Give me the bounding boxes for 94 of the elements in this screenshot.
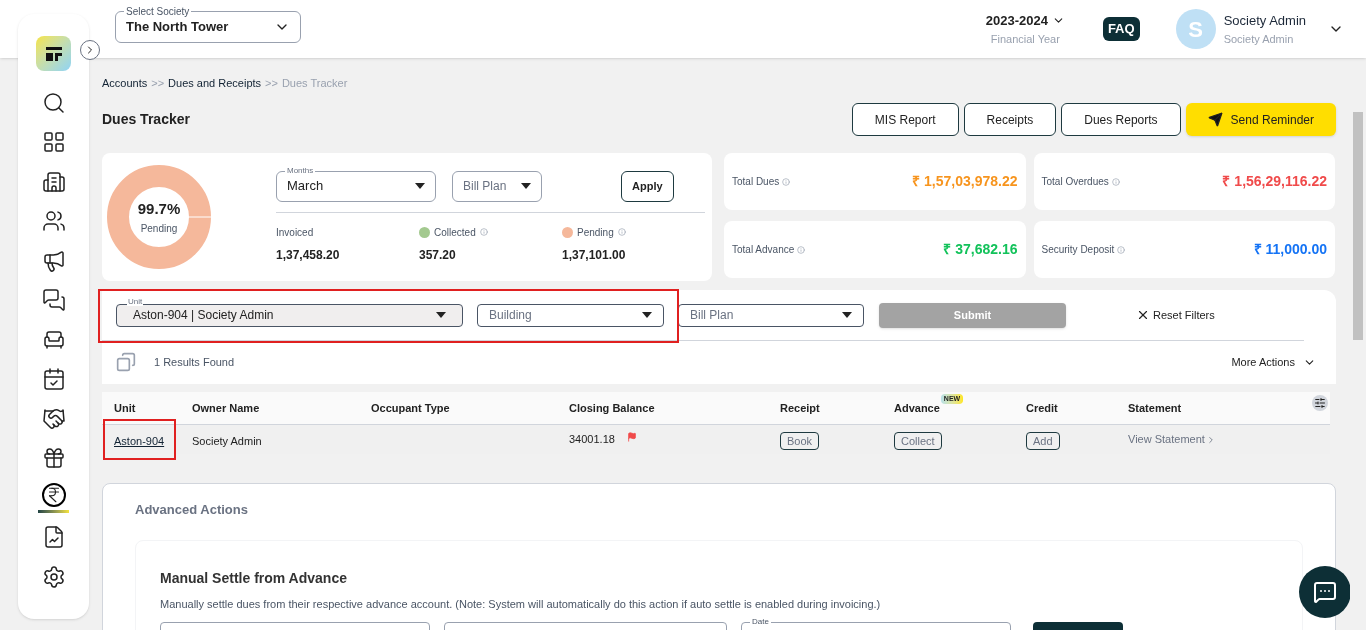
column-header: Closing Balance — [569, 400, 655, 416]
column-header: Credit — [1026, 400, 1058, 416]
add-button[interactable]: Add — [1026, 431, 1060, 450]
grid-icon[interactable] — [41, 130, 66, 155]
apply-button[interactable]: Apply — [621, 170, 674, 202]
megaphone-icon[interactable] — [41, 248, 66, 273]
bill-plan-select[interactable]: Bill Plan — [452, 170, 542, 202]
section-title: Advanced Actions — [135, 501, 249, 519]
field-label: Select Society — [124, 4, 192, 19]
pending-percent: 99.7% — [137, 199, 181, 220]
column-header: Receipt — [780, 400, 820, 416]
column-header: Advance — [894, 400, 940, 416]
stat-value: 357.20 — [419, 246, 457, 264]
calendar-icon[interactable] — [41, 367, 66, 392]
months-value: March — [287, 177, 324, 196]
year-select[interactable]: 2023-2024 Financial Year — [985, 11, 1065, 47]
settings-icon[interactable] — [41, 564, 66, 589]
stat-value: 1,37,458.20 — [276, 246, 341, 264]
gift-icon[interactable] — [41, 446, 66, 471]
stat-label: Pending — [577, 225, 614, 240]
society-value: The North Tower — [126, 18, 229, 37]
user-name: Society Admin — [1223, 12, 1306, 30]
page-title: Dues Tracker — [102, 110, 190, 129]
dropdown-caret-icon — [415, 183, 425, 189]
column-header: Unit — [114, 400, 136, 416]
more-actions-button[interactable]: More Actions — [1231, 353, 1316, 371]
dropdown-caret-icon — [642, 312, 652, 318]
bill-plan-placeholder: Bill Plan — [463, 178, 507, 195]
unit-value: Aston-904 | Society Admin — [133, 307, 274, 324]
stat-label: Collected — [434, 225, 476, 240]
collect-button[interactable]: Collect — [894, 431, 942, 450]
table-cell: Society Admin — [192, 434, 262, 447]
info-icon — [782, 177, 791, 186]
pending-caption: Pending — [140, 221, 178, 236]
total-value: ₹ 11,000.00 — [1253, 240, 1327, 259]
stat-label: Invoiced — [276, 225, 314, 240]
view-statement-link[interactable]: View Statement — [1128, 431, 1328, 448]
active-indicator — [38, 509, 69, 513]
search-icon[interactable] — [41, 90, 66, 115]
total-label: Security Deposit — [1041, 243, 1115, 257]
column-settings-icon[interactable] — [1312, 395, 1328, 411]
info-icon — [479, 228, 488, 236]
people-icon[interactable] — [41, 209, 66, 234]
breadcrumb-separator: >> — [265, 75, 278, 91]
rupee-icon[interactable] — [41, 482, 66, 507]
info-icon — [1111, 177, 1120, 186]
select-all-icon[interactable] — [116, 352, 136, 372]
user-role: Society Admin — [1223, 31, 1295, 47]
total-label: Total Overdues — [1041, 175, 1109, 189]
building-select[interactable]: Building — [477, 303, 664, 327]
avatar: S — [1175, 9, 1216, 49]
breadcrumb-separator: >> — [151, 75, 165, 91]
building-icon[interactable] — [41, 169, 66, 194]
building-placeholder: Building — [489, 307, 532, 324]
total-value: ₹ 1,57,03,978.22 — [912, 172, 1018, 191]
breadcrumb-link[interactable]: Dues and Receipts — [168, 74, 262, 92]
year-value: 2023-2024 — [985, 12, 1048, 30]
results-count: 1 Results Found — [154, 354, 235, 370]
handshake-icon[interactable] — [41, 406, 66, 431]
info-icon — [1117, 245, 1126, 254]
dropdown-caret-icon — [842, 312, 852, 318]
close-icon — [1136, 308, 1150, 322]
action-button[interactable]: MIS Report — [851, 103, 959, 136]
total-label: Total Advance — [732, 243, 795, 257]
chat-icon — [1313, 580, 1337, 604]
field-label: Unit — [127, 297, 144, 306]
table-cell-text: 34001.18 — [569, 432, 615, 448]
info-icon — [797, 245, 806, 254]
column-header: Statement — [1128, 400, 1182, 416]
total-value: ₹ 1,56,29,116.22 — [1222, 172, 1327, 191]
column-header: Occupant Type — [371, 400, 450, 416]
info-icon — [617, 228, 626, 236]
bill-plan-placeholder: Bill Plan — [690, 307, 734, 324]
stat-value: 1,37,101.00 — [562, 246, 627, 264]
action-button[interactable]: Receipts — [963, 103, 1057, 136]
unit-link[interactable]: Aston-904 — [114, 434, 165, 447]
total-value: ₹ 37,682.16 — [943, 240, 1018, 259]
action-button[interactable]: Send Reminder — [1185, 103, 1336, 136]
column-header: Owner Name — [192, 400, 260, 416]
app-logo-icon — [36, 36, 71, 71]
book-button[interactable]: Book — [780, 431, 820, 450]
dropdown-caret-icon — [436, 312, 446, 318]
breadcrumb-link[interactable]: Accounts — [102, 74, 148, 92]
total-label: Total Dues — [732, 175, 780, 189]
dropdown-caret-icon — [521, 183, 531, 189]
faq-button[interactable]: FAQ — [1102, 17, 1140, 41]
action-button[interactable]: Dues Reports — [1061, 103, 1181, 136]
send-icon — [1207, 112, 1223, 127]
chat-icon[interactable] — [41, 288, 66, 313]
reset-filters-button[interactable]: Reset Filters — [1136, 306, 1215, 324]
field-label: Date — [750, 618, 771, 626]
card-title: Manual Settle from Advance — [160, 568, 348, 588]
year-caption: Financial Year — [990, 31, 1060, 47]
card-description: Manually settle dues from their respective advance account. (Note: System will automatically do this action if auto settle is enabled during invoicing.) — [160, 596, 882, 612]
